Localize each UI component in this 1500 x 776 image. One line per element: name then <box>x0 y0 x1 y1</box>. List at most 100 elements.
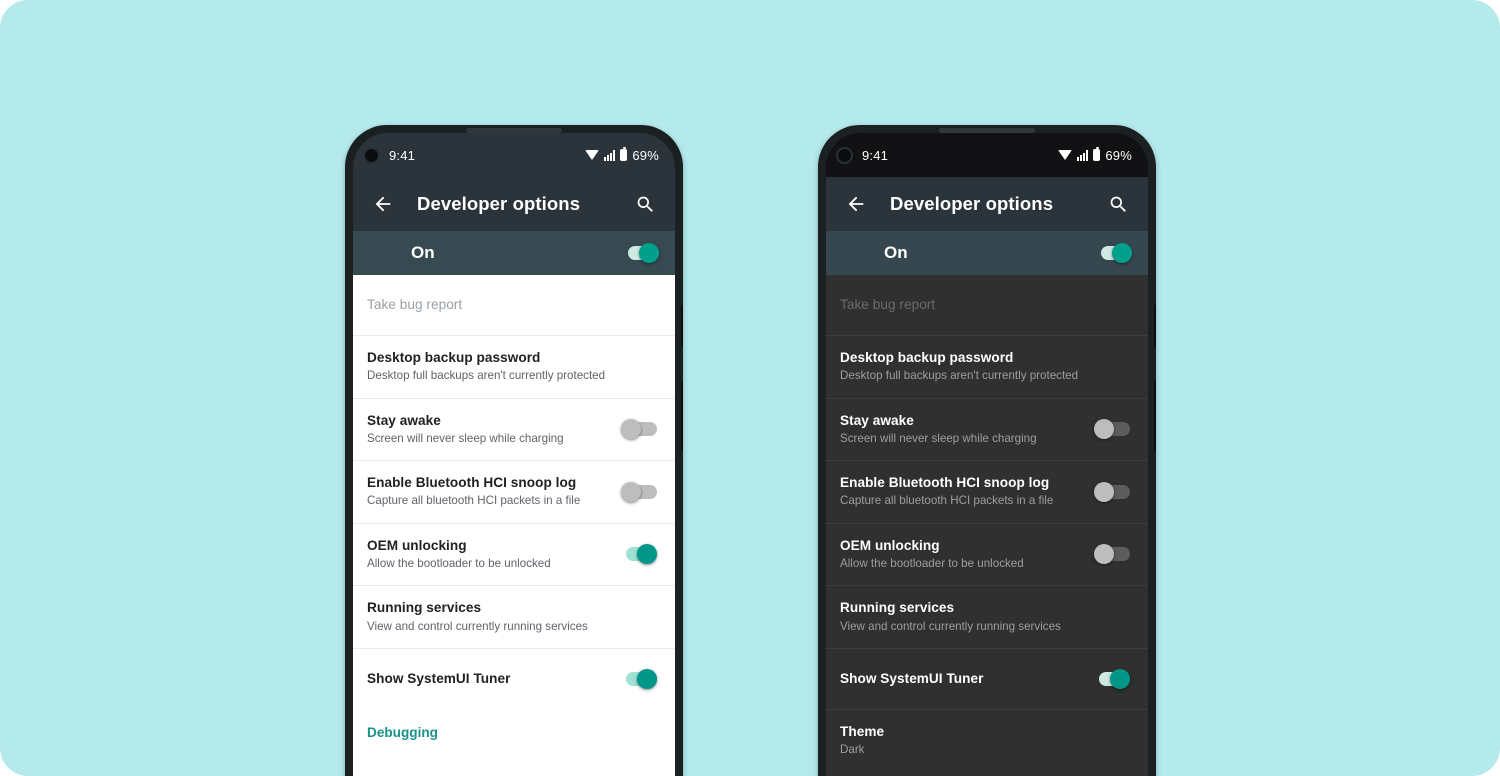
front-camera-icon <box>363 146 380 164</box>
switch-thumb <box>639 243 659 263</box>
switch-thumb <box>1094 544 1114 565</box>
show-systemui-tuner-switch[interactable] <box>621 668 657 689</box>
back-arrow-icon[interactable] <box>844 192 868 216</box>
list-item-title: Show SystemUI Tuner <box>367 670 511 686</box>
list-item-subtitle: Allow the bootloader to be unlocked <box>367 557 551 571</box>
power-button[interactable] <box>1154 381 1156 451</box>
switch-thumb <box>1110 668 1130 689</box>
oem-unlocking-switch[interactable] <box>621 544 657 565</box>
list-item-title: Desktop backup password <box>840 350 1014 365</box>
list-item-running-services[interactable]: Running services View and control curren… <box>353 586 675 648</box>
list-item-subtitle: Screen will never sleep while charging <box>367 431 564 445</box>
list-item-take-bug-report[interactable]: Take bug report <box>826 275 1148 335</box>
settings-list[interactable]: Take bug report Desktop backup password … <box>353 275 675 776</box>
list-item-subtitle: Desktop full backups aren't currently pr… <box>367 369 606 383</box>
back-arrow-icon[interactable] <box>371 192 395 216</box>
switch-thumb <box>1094 419 1114 440</box>
phone-device-dark: 9:41 69% Developer options On Take bug r… <box>818 125 1156 776</box>
developer-options-master-banner: On <box>826 231 1148 275</box>
list-item-running-services[interactable]: Running services View and control curren… <box>826 586 1148 648</box>
list-item-title: Theme <box>840 723 885 739</box>
list-item-title: Running services <box>367 600 482 616</box>
cellular-signal-icon <box>1077 149 1089 161</box>
status-bar-time: 9:41 <box>389 147 416 163</box>
list-item-subtitle: Capture all bluetooth HCI packets in a f… <box>367 494 581 508</box>
wifi-icon <box>1058 150 1073 160</box>
list-item-title: OEM unlocking <box>840 537 940 553</box>
list-item-title: Enable Bluetooth HCI snoop log <box>840 475 1050 491</box>
page-title: Developer options <box>417 193 581 214</box>
list-item-stay-awake[interactable]: Stay awake Screen will never sleep while… <box>353 399 675 461</box>
app-bar: Developer options <box>826 177 1148 231</box>
list-item-oem-unlocking[interactable]: OEM unlocking Allow the bootloader to be… <box>826 524 1148 586</box>
phone-device-light: 9:41 69% Developer options On Take bug r… <box>345 125 683 776</box>
battery-percent-label: 69% <box>632 147 659 163</box>
front-camera-icon <box>836 146 853 164</box>
volume-button[interactable] <box>1154 305 1156 347</box>
list-item-subtitle: View and control currently running servi… <box>840 619 1061 633</box>
list-item-title: Show SystemUI Tuner <box>840 670 984 686</box>
switch-thumb <box>1094 481 1114 502</box>
phone-screen-bezel: 9:41 69% Developer options On Take bug r… <box>353 133 675 776</box>
list-item-subtitle: Dark <box>840 743 865 757</box>
stay-awake-switch[interactable] <box>621 419 657 440</box>
list-item-subtitle: Desktop full backups aren't currently pr… <box>840 369 1079 383</box>
switch-thumb <box>621 419 641 440</box>
developer-options-master-banner: On <box>353 231 675 275</box>
bluetooth-hci-snoop-log-switch[interactable] <box>621 481 657 502</box>
list-item-title: Take bug report <box>367 296 463 312</box>
list-item-title: Stay awake <box>367 412 441 428</box>
list-item-title: Enable Bluetooth HCI snoop log <box>367 475 577 491</box>
list-item-bluetooth-hci-snoop-log[interactable]: Enable Bluetooth HCI snoop log Capture a… <box>353 461 675 523</box>
page-title: Developer options <box>890 193 1054 214</box>
volume-button[interactable] <box>681 305 683 347</box>
list-item-title: Stay awake <box>840 412 914 428</box>
canvas: 9:41 69% Developer options On Take bug r… <box>0 0 1500 776</box>
battery-icon <box>620 147 628 161</box>
wifi-icon <box>585 150 600 160</box>
phone-screen-bezel: 9:41 69% Developer options On Take bug r… <box>826 133 1148 776</box>
list-item-theme[interactable]: Theme Dark <box>826 710 1148 772</box>
list-item-title: OEM unlocking <box>367 537 467 553</box>
list-item-oem-unlocking[interactable]: OEM unlocking Allow the bootloader to be… <box>353 524 675 586</box>
bluetooth-hci-snoop-log-switch[interactable] <box>1094 481 1130 502</box>
oem-unlocking-switch[interactable] <box>1094 544 1130 565</box>
list-item-bluetooth-hci-snoop-log[interactable]: Enable Bluetooth HCI snoop log Capture a… <box>826 461 1148 523</box>
list-item-desktop-backup-password[interactable]: Desktop backup password Desktop full bac… <box>353 336 675 398</box>
list-item-show-systemui-tuner[interactable]: Show SystemUI Tuner <box>826 649 1148 709</box>
section-header-debugging: Debugging <box>367 724 438 740</box>
show-systemui-tuner-switch[interactable] <box>1094 668 1130 689</box>
list-item-subtitle: Screen will never sleep while charging <box>840 431 1037 445</box>
settings-list[interactable]: Take bug report Desktop backup password … <box>826 275 1148 776</box>
search-icon[interactable] <box>633 192 657 216</box>
list-item-subtitle: Allow the bootloader to be unlocked <box>840 557 1024 571</box>
app-bar: Developer options <box>353 177 675 231</box>
list-item-show-systemui-tuner[interactable]: Show SystemUI Tuner <box>353 649 675 709</box>
list-item-desktop-backup-password[interactable]: Desktop backup password Desktop full bac… <box>826 336 1148 398</box>
list-item-title: Desktop backup password <box>367 350 541 365</box>
master-toggle-switch[interactable] <box>1096 243 1132 263</box>
switch-thumb <box>637 544 657 565</box>
switch-thumb <box>637 668 657 689</box>
list-item-title: Take bug report <box>840 296 936 312</box>
list-item-subtitle: View and control currently running servi… <box>367 619 588 633</box>
power-button[interactable] <box>681 381 683 451</box>
status-bar-time: 9:41 <box>862 147 889 163</box>
screen-light-theme: 9:41 69% Developer options On Take bug r… <box>353 133 675 776</box>
master-toggle-label: On <box>884 243 908 262</box>
list-item-title: Running services <box>840 600 955 616</box>
switch-thumb <box>1112 243 1132 263</box>
status-bar: 9:41 69% <box>826 133 1148 177</box>
master-toggle-label: On <box>411 243 435 262</box>
search-icon[interactable] <box>1106 192 1130 216</box>
battery-icon <box>1093 147 1101 161</box>
cellular-signal-icon <box>604 149 616 161</box>
master-toggle-switch[interactable] <box>623 243 659 263</box>
switch-thumb <box>621 481 641 502</box>
status-bar: 9:41 69% <box>353 133 675 177</box>
stay-awake-switch[interactable] <box>1094 419 1130 440</box>
list-item-take-bug-report[interactable]: Take bug report <box>353 275 675 335</box>
screen-dark-theme: 9:41 69% Developer options On Take bug r… <box>826 133 1148 776</box>
list-item-stay-awake[interactable]: Stay awake Screen will never sleep while… <box>826 399 1148 461</box>
list-item-subtitle: Capture all bluetooth HCI packets in a f… <box>840 494 1054 508</box>
